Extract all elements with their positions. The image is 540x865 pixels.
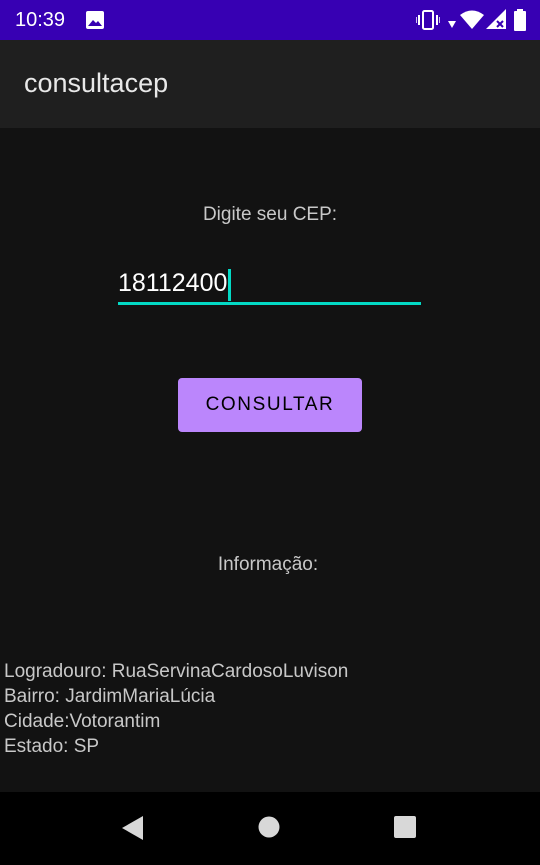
logradouro-text: Logradouro: RuaServinaCardosoLuvison (4, 661, 349, 682)
wifi-icon (460, 10, 484, 35)
cep-input-value[interactable]: 18112400 (118, 263, 227, 303)
bairro-text: Bairro: JardimMariaLúcia (4, 686, 216, 707)
estado-text: Estado: SP (4, 736, 100, 757)
signal-icon (486, 9, 506, 34)
home-icon[interactable] (258, 816, 280, 843)
navigation-bar (0, 792, 540, 865)
app-bar: consultacep (0, 40, 540, 128)
cidade-text: Cidade:Votorantim (4, 711, 161, 732)
consult-button[interactable]: CONSULTAR (178, 378, 362, 432)
text-cursor (228, 269, 232, 302)
info-label: Informação: (217, 554, 319, 575)
back-icon[interactable] (122, 816, 144, 845)
main-content: Digite seu CEP: 18112400 CONSULTAR Infor… (0, 128, 540, 792)
app-title: consultacep (24, 68, 169, 98)
cep-input[interactable]: 18112400 (118, 263, 421, 305)
status-bar: 10:39 (0, 0, 540, 40)
status-time: 10:39 (15, 9, 66, 31)
vibrate-icon (415, 9, 441, 36)
recents-icon[interactable] (394, 816, 416, 843)
result-info: Logradouro: RuaServinaCardosoLuvison Bai… (4, 659, 348, 759)
battery-icon (514, 9, 526, 36)
image-icon (86, 11, 104, 34)
cep-label: Digite seu CEP: (202, 204, 338, 225)
data-arrow-icon (448, 16, 456, 34)
